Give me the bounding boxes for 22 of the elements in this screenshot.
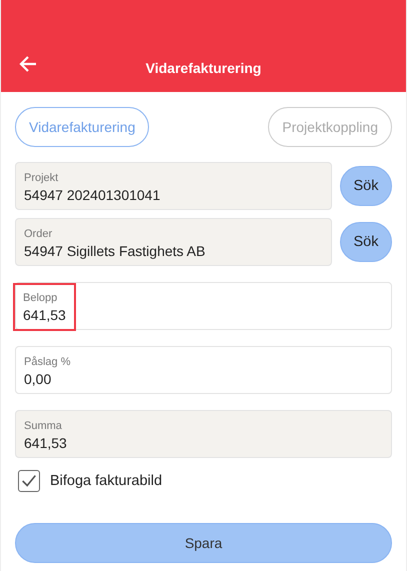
input-field[interactable]: Summa 641,53 xyxy=(15,410,392,458)
field-label: Påslag % xyxy=(24,356,70,368)
field-value: 0,00 xyxy=(24,370,52,386)
checkbox[interactable] xyxy=(18,470,40,492)
field-value: 641,53 xyxy=(23,306,66,322)
field-label: Projekt xyxy=(24,172,60,184)
screen-title: Vidarefakturering xyxy=(146,60,262,76)
field-label: Summa xyxy=(24,420,63,432)
input-field[interactable]: Order 54947 Sigillets Fastighets AB xyxy=(15,218,332,266)
field-label: Order xyxy=(24,228,54,240)
search-button[interactable]: Sök xyxy=(340,222,392,262)
field-value: 54947 Sigillets Fastighets AB xyxy=(24,242,206,258)
input-field[interactable]: Påslag % 0,00 xyxy=(15,346,392,394)
field-value: 641,53 xyxy=(24,434,67,450)
field-label: Belopp xyxy=(23,292,58,304)
save-button[interactable]: Spara xyxy=(15,523,392,563)
checkbox-label: Bifoga fakturabild xyxy=(50,473,162,489)
search-button[interactable]: Sök xyxy=(340,166,392,206)
input-field[interactable]: Projekt 54947 202401301041 xyxy=(15,162,332,210)
back-arrow-icon[interactable] xyxy=(18,54,38,74)
input-field[interactable]: Belopp 641,53 xyxy=(15,282,392,330)
field-value: 54947 202401301041 xyxy=(24,186,160,202)
